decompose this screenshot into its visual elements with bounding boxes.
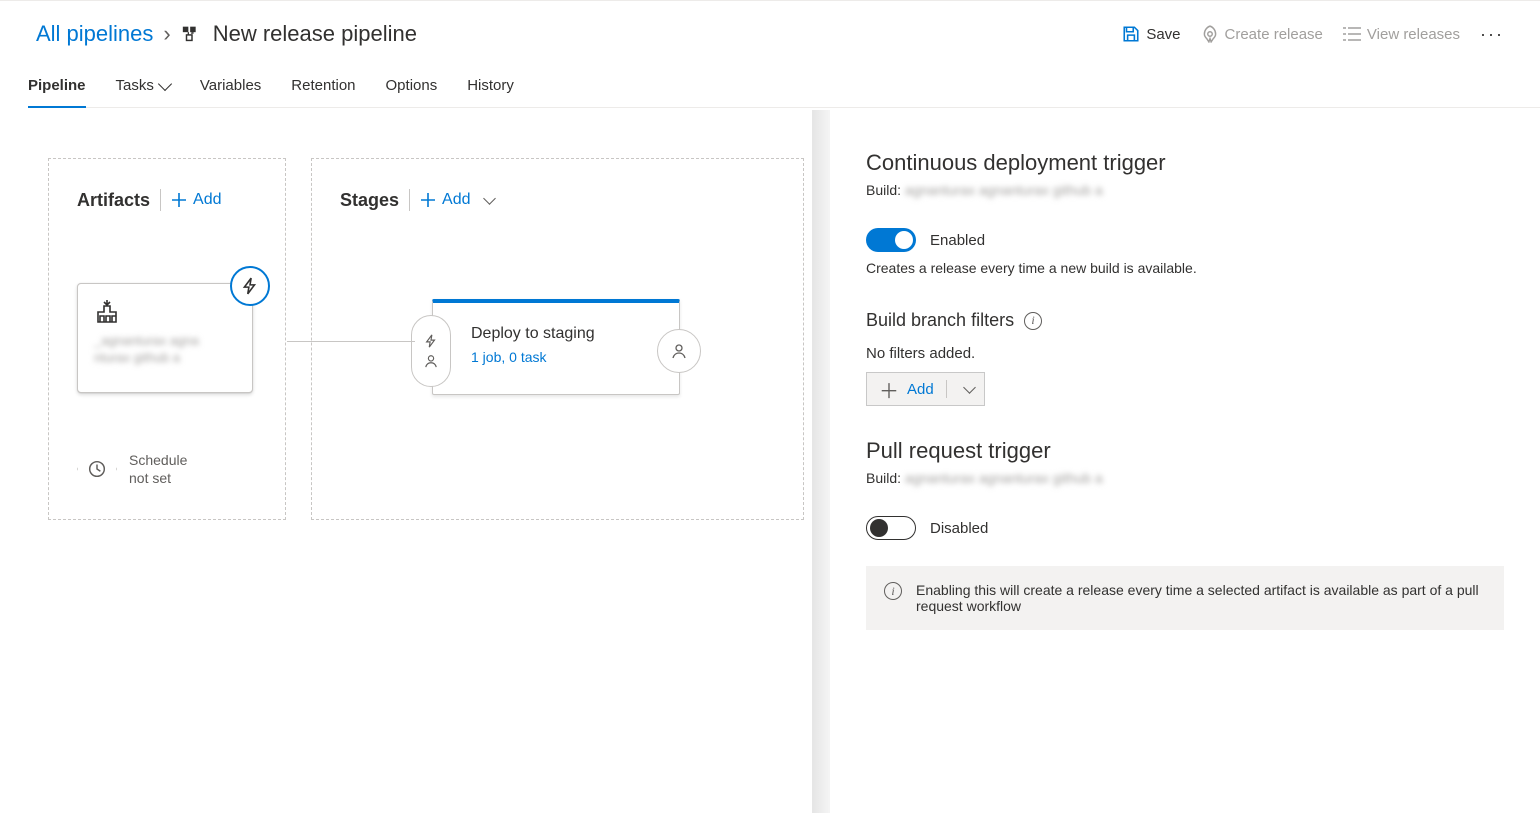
schedule-text: Schedule not set <box>129 451 187 487</box>
pipeline-canvas: Artifacts Add _agnanturax agna nturax gi… <box>0 110 830 813</box>
more-button[interactable]: ··· <box>1480 24 1504 45</box>
list-icon <box>1343 27 1361 41</box>
cd-build-label: Build: agnanturax agnanturax github a <box>866 182 1504 198</box>
lightning-icon <box>241 277 259 295</box>
stage-jobs-link[interactable]: 1 job, 0 task <box>471 349 619 365</box>
pr-toggle-label: Disabled <box>930 520 988 537</box>
tab-tasks[interactable]: Tasks <box>116 64 170 107</box>
info-icon: i <box>884 582 902 600</box>
plus-icon: ＋ <box>879 375 899 404</box>
plus-icon <box>420 192 436 208</box>
add-stage-label: Add <box>442 191 470 209</box>
pr-toggle[interactable] <box>866 516 916 540</box>
add-artifact-label: Add <box>193 191 221 209</box>
cd-trigger-title: Continuous deployment trigger <box>866 150 1504 176</box>
stage-card[interactable]: Deploy to staging 1 job, 0 task <box>432 299 680 395</box>
chevron-down-icon <box>963 381 976 394</box>
branch-filters-title: Build branch filters <box>866 310 1014 331</box>
chevron-down-icon <box>158 76 172 90</box>
post-deploy-conditions[interactable] <box>657 329 701 373</box>
add-filter-button[interactable]: ＋ Add <box>866 372 985 406</box>
plus-icon <box>171 192 187 208</box>
tab-retention[interactable]: Retention <box>291 64 355 107</box>
schedule-hexagon <box>77 449 117 489</box>
artifacts-panel: Artifacts Add _agnanturax agna nturax gi… <box>48 158 286 520</box>
tab-history[interactable]: History <box>467 64 514 107</box>
create-release-button[interactable]: Create release <box>1201 25 1323 43</box>
cd-build-source: agnanturax agnanturax github a <box>905 182 1103 198</box>
cd-toggle-label: Enabled <box>930 232 985 249</box>
page-header: All pipelines › New release pipeline Sav… <box>36 14 1504 54</box>
clock-icon <box>88 460 106 478</box>
cd-toggle[interactable] <box>866 228 916 252</box>
page-title: New release pipeline <box>213 21 417 47</box>
breadcrumb-root[interactable]: All pipelines <box>36 21 153 47</box>
add-filter-dropdown[interactable] <box>947 385 984 394</box>
tabbar: Pipeline Tasks Variables Retention Optio… <box>28 64 1540 108</box>
lightning-icon <box>424 334 438 348</box>
cd-description: Creates a release every time a new build… <box>866 260 1504 276</box>
add-artifact-button[interactable]: Add <box>171 191 221 209</box>
tab-options[interactable]: Options <box>386 64 438 107</box>
stage-name: Deploy to staging <box>471 325 619 343</box>
user-icon <box>424 354 438 368</box>
artifacts-title: Artifacts <box>77 190 150 211</box>
pr-trigger-title: Pull request trigger <box>866 438 1504 464</box>
pr-info-text: Enabling this will create a release ever… <box>916 582 1486 614</box>
add-filter-label: Add <box>907 381 934 398</box>
tab-variables[interactable]: Variables <box>200 64 261 107</box>
artifact-source-name: _agnanturax agna nturax github a <box>94 333 236 367</box>
artifact-card[interactable]: _agnanturax agna nturax github a <box>77 283 253 393</box>
save-button[interactable]: Save <box>1122 25 1180 43</box>
stages-title: Stages <box>340 190 399 211</box>
save-icon <box>1122 25 1140 43</box>
build-source-icon <box>94 300 120 324</box>
cd-trigger-badge[interactable] <box>230 266 270 306</box>
pre-deploy-conditions[interactable] <box>411 315 451 387</box>
tab-pipeline[interactable]: Pipeline <box>28 64 86 107</box>
view-releases-button[interactable]: View releases <box>1343 26 1460 43</box>
user-icon <box>671 343 687 359</box>
pr-build-label: Build: agnanturax agnanturax github a <box>866 470 1504 486</box>
schedule-block[interactable]: Schedule not set <box>77 449 187 489</box>
pr-build-source: agnanturax agnanturax github a <box>905 470 1103 486</box>
view-releases-label: View releases <box>1367 26 1460 43</box>
save-label: Save <box>1146 26 1180 43</box>
create-release-label: Create release <box>1225 26 1323 43</box>
pr-info-box: i Enabling this will create a release ev… <box>866 566 1504 630</box>
rocket-icon <box>1201 25 1219 43</box>
settings-panel: Continuous deployment trigger Build: agn… <box>830 110 1540 813</box>
info-icon[interactable]: i <box>1024 312 1042 330</box>
no-filters-text: No filters added. <box>866 345 1504 362</box>
tab-tasks-label: Tasks <box>116 77 154 94</box>
add-stage-button[interactable]: Add <box>420 191 493 209</box>
stages-panel: Stages Add Deploy to staging 1 job, 0 ta… <box>311 158 804 520</box>
connector-line <box>287 341 415 342</box>
breadcrumb-separator: › <box>153 21 180 47</box>
chevron-down-icon <box>483 192 496 205</box>
pipeline-icon <box>181 23 203 45</box>
